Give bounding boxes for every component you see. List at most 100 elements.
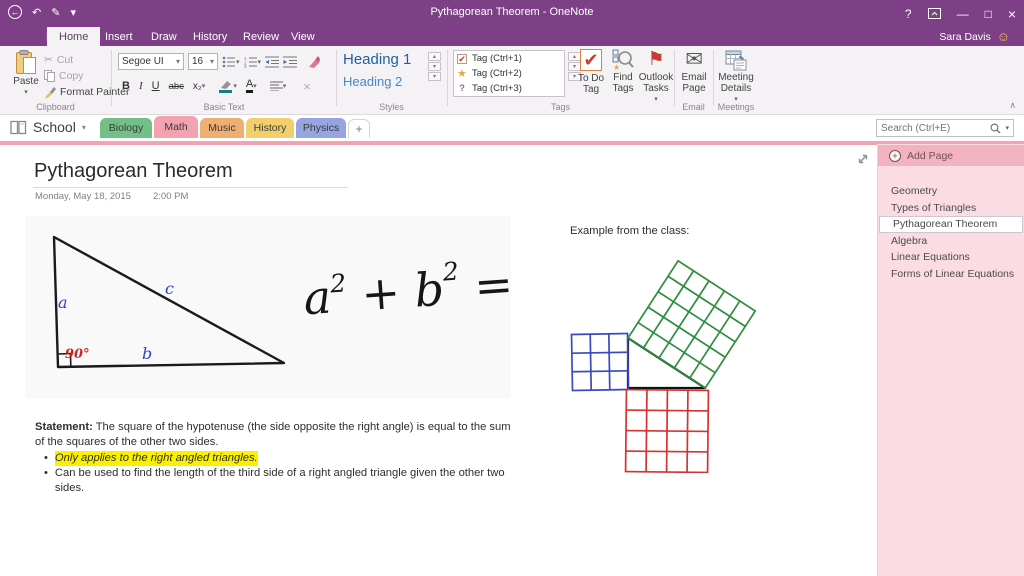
numbered-list-icon: 1 2 3 [244, 56, 258, 68]
subscript-button[interactable]: x₂ ▾ [193, 81, 205, 92]
font-size-select[interactable]: 16 ▾ [188, 53, 218, 70]
search-box: ▾ [876, 119, 1014, 137]
collapse-ribbon-icon[interactable]: ∧ [1009, 100, 1016, 111]
tag-item-2[interactable]: ★ Tag (Ctrl+2) [457, 67, 561, 80]
notebook-switcher[interactable]: School ▾ [10, 119, 86, 135]
bullet-icon: • [44, 451, 48, 466]
onenote-window: ← ↶ ✎ ▾ Pythagorean Theorem - OneNote ? … [0, 0, 1024, 576]
ribbon: Paste ▾ ✂ Cut Copy Format Painter [0, 46, 1024, 115]
outlook-tasks-button[interactable]: ⚑ Outlook Tasks ▾ [638, 49, 674, 105]
statement-paragraph[interactable]: Statement: The square of the hypotenuse … [35, 420, 511, 450]
full-page-view-icon[interactable] [856, 152, 870, 166]
page-item-linear-equations[interactable]: Linear Equations [878, 249, 1024, 266]
tab-view[interactable]: View [279, 27, 327, 46]
help-icon[interactable]: ? [905, 7, 912, 21]
chevron-down-icon: ▾ [24, 87, 28, 98]
format-painter-button[interactable]: Format Painter [44, 84, 129, 100]
notebook-nav: School ▾ Biology Math Music History Phys… [0, 115, 1024, 141]
triangle-label-c: c [165, 279, 174, 298]
email-group-label: Email [674, 102, 713, 112]
triangle-label-b: b [142, 344, 152, 363]
tab-insert[interactable]: Insert [93, 27, 145, 46]
page-title[interactable]: Pythagorean Theorem [34, 160, 233, 183]
meeting-details-button[interactable]: Meeting Details ▾ [716, 49, 756, 105]
cut-button[interactable]: ✂ Cut [44, 52, 129, 68]
add-page-button[interactable]: + Add Page [878, 145, 1024, 166]
search-icon[interactable] [990, 123, 1001, 134]
section-tab-biology[interactable]: Biology [100, 118, 152, 138]
search-scope-icon[interactable]: ▾ [1005, 124, 1009, 132]
page-date: Monday, May 18, 2015 [35, 191, 131, 202]
search-input[interactable] [881, 123, 986, 134]
paragraph-align-button[interactable]: ▾ [270, 81, 287, 91]
page-item-geometry[interactable]: Geometry [878, 183, 1024, 200]
section-tab-history[interactable]: History [246, 118, 294, 138]
styles-more[interactable]: ▾ [428, 72, 441, 81]
style-heading1[interactable]: Heading 1 [343, 51, 411, 74]
section-tab-physics[interactable]: Physics [296, 118, 346, 138]
todo-tag-button[interactable]: ✔ To Do Tag [575, 49, 607, 95]
user-avatar-icon: ☺ [997, 29, 1010, 44]
notebook-name: School [33, 119, 76, 135]
signed-in-user[interactable]: Sara Davis ☺ [939, 27, 1010, 46]
clipboard-group-label: Clipboard [0, 102, 111, 112]
highlighter-icon [218, 80, 233, 93]
minimize-icon[interactable]: — [957, 7, 969, 21]
paste-button[interactable]: Paste ▾ [8, 50, 44, 98]
email-page-button[interactable]: ✉ Email Page [678, 49, 710, 94]
svg-text:a2 + b2 = c2: a2 + b2 = c2 [301, 249, 511, 325]
bold-button[interactable]: B [122, 80, 130, 92]
find-tags-button[interactable]: ★ Find Tags [608, 49, 638, 94]
section-tab-math[interactable]: Math [154, 116, 198, 138]
list-item[interactable]: • Can be used to find the length of the … [44, 466, 514, 496]
page-list: Geometry Types of Triangles Pythagorean … [878, 183, 1024, 282]
close-icon[interactable]: × [1008, 6, 1016, 22]
example-label[interactable]: Example from the class: [570, 225, 689, 237]
ink-drawing-squares[interactable] [560, 238, 800, 478]
list-item[interactable]: • Only applies to the right angled trian… [44, 451, 514, 466]
tag-item-3[interactable]: ? Tag (Ctrl+3) [457, 83, 561, 94]
highlight-button[interactable]: ▾ [218, 80, 237, 93]
clear-formatting-button[interactable]: × [303, 79, 311, 94]
basic-text-group-label: Basic Text [114, 102, 334, 112]
envelope-icon: ✉ [685, 49, 703, 71]
plus-icon: + [889, 150, 901, 162]
find-tags-icon: ★ [612, 49, 634, 71]
copy-button[interactable]: Copy [44, 68, 129, 84]
numbering-button[interactable]: 1 2 3 ▾ [244, 56, 262, 68]
bullets-button[interactable]: ▾ [222, 56, 240, 68]
user-name: Sara Davis [939, 31, 990, 43]
chevron-down-icon: ▾ [82, 123, 86, 132]
ribbon-tab-row: File Home Insert Draw History Review Vie… [0, 27, 1024, 46]
underline-button[interactable]: U [152, 80, 160, 92]
page-item-algebra[interactable]: Algebra [878, 233, 1024, 250]
maximize-icon[interactable]: □ [985, 7, 992, 21]
section-tab-music[interactable]: Music [200, 118, 244, 138]
ribbon-display-options-icon[interactable] [928, 8, 941, 19]
tag-item-1[interactable]: ✔ Tag (Ctrl+1) [457, 53, 561, 64]
statement-text: The square of the hypotenuse (the side o… [35, 421, 511, 448]
page-canvas[interactable]: Pythagorean Theorem Monday, May 18, 2015… [0, 145, 877, 576]
star-icon: ★ [457, 67, 467, 80]
page-item-pythagorean-theorem[interactable]: Pythagorean Theorem [879, 216, 1023, 233]
styles-scroll-up[interactable]: ▴ [428, 52, 441, 61]
statement-label: Statement: [35, 421, 93, 433]
page-time: 2:00 PM [153, 191, 188, 202]
style-heading2[interactable]: Heading 2 [343, 74, 411, 89]
tags-group-label: Tags [447, 102, 674, 112]
ink-drawing-triangle[interactable]: a c b 90° a2 + b2 = c2 [25, 216, 511, 399]
increase-indent-button[interactable] [283, 56, 297, 68]
styles-scroll-down[interactable]: ▾ [428, 62, 441, 71]
decrease-indent-button[interactable] [265, 56, 279, 68]
bullet-list: • Only applies to the right angled trian… [44, 451, 514, 496]
page-item-types-of-triangles[interactable]: Types of Triangles [878, 200, 1024, 217]
titlebar: ← ↶ ✎ ▾ Pythagorean Theorem - OneNote ? … [0, 0, 1024, 27]
add-section-button[interactable]: + [348, 119, 370, 138]
italic-button[interactable]: I [139, 80, 143, 92]
styles-gallery: Heading 1 Heading 2 [343, 51, 411, 89]
font-color-button[interactable]: A ▾ [246, 79, 257, 93]
style-eraser-button[interactable] [307, 55, 320, 68]
strikethrough-button[interactable]: abc [169, 81, 184, 92]
font-name-select[interactable]: Segoe UI ▾ [118, 53, 184, 70]
page-item-forms-of-linear-equations[interactable]: Forms of Linear Equations [878, 266, 1024, 283]
